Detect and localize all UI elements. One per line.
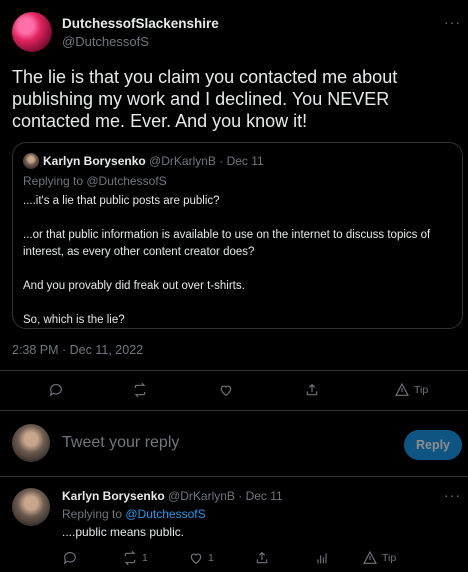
quoted-tweet[interactable]: Karlyn Borysenko @DrKarlynB · Dec 11 Rep…: [12, 142, 463, 329]
reply-action-button[interactable]: [48, 382, 64, 398]
quoted-paragraph: ....it's a lie that public posts are pub…: [23, 195, 220, 207]
divider: [0, 476, 468, 477]
quoted-paragraph: ...or that public information is availab…: [23, 229, 431, 258]
heart-icon: [190, 553, 202, 565]
reply2-share-button[interactable]: [254, 550, 270, 566]
share-icon: [256, 551, 268, 564]
share-action-button[interactable]: [304, 382, 320, 398]
tip-icon: [395, 382, 409, 396]
author-handle[interactable]: @DutchessofS: [62, 34, 149, 49]
tweet-text: The lie is that you claim you contacted …: [12, 67, 398, 131]
divider: [0, 370, 468, 371]
more-options-icon[interactable]: ···: [444, 14, 461, 30]
share-icon: [306, 383, 318, 396]
tweet-timestamp[interactable]: 2:38 PM · Dec 11, 2022: [12, 343, 143, 357]
reply-date[interactable]: · Dec 11: [238, 489, 282, 503]
reply-more-options-icon[interactable]: ···: [444, 487, 461, 503]
replying-to-prefix: Replying to: [62, 507, 126, 521]
reply2-analytics-button[interactable]: [314, 550, 330, 566]
reply-icon: [63, 552, 76, 565]
reply2-reply-button[interactable]: [62, 550, 78, 566]
reply-text: ....public means public.: [62, 525, 185, 539]
reply-icon: [49, 384, 62, 397]
reply-author-name[interactable]: Karlyn Borysenko: [62, 489, 165, 503]
reply-input[interactable]: Tweet your reply: [62, 434, 179, 452]
replying-to-handle-link[interactable]: @DutchessofS: [125, 507, 205, 521]
retweet-icon: [124, 550, 136, 566]
reply2-retweet-button[interactable]: 1: [122, 550, 148, 566]
retweet-count: 1: [142, 552, 148, 564]
quoted-replying-to: Replying to @DutchessofS: [23, 174, 167, 188]
quoted-author-avatar: [23, 153, 39, 169]
quoted-paragraph: And you provably did freak out over t-sh…: [23, 280, 245, 292]
current-user-avatar[interactable]: [12, 424, 50, 462]
tip-label: Tip: [382, 552, 397, 564]
like-count: 1: [208, 552, 214, 564]
quoted-author-name: Karlyn Borysenko: [43, 154, 146, 168]
retweet-icon: [134, 382, 146, 398]
quoted-header: Karlyn Borysenko @DrKarlynB · Dec 11: [43, 154, 264, 168]
reply2-like-button[interactable]: 1: [188, 550, 214, 566]
quoted-author-handle: @DrKarlynB: [149, 154, 216, 168]
divider: [0, 410, 468, 411]
quoted-paragraph: So, which is the lie?: [23, 314, 125, 326]
reply-replying-to: Replying to @DutchessofS: [62, 507, 206, 521]
reply-author-avatar[interactable]: [12, 488, 50, 526]
author-avatar[interactable]: [12, 12, 52, 52]
author-name[interactable]: DutchessofSlackenshire: [62, 16, 219, 31]
retweet-action-button[interactable]: [132, 382, 148, 398]
reply-author-handle[interactable]: @DrKarlynB: [168, 489, 235, 503]
reply2-tip-button[interactable]: Tip: [362, 550, 396, 566]
quoted-date: · Dec 11: [219, 154, 264, 168]
tip-label: Tip: [414, 384, 429, 396]
reply-header: Karlyn Borysenko @DrKarlynB · Dec 11: [62, 489, 283, 503]
like-action-button[interactable]: [218, 382, 234, 398]
quoted-body: ....it's a lie that public posts are pub…: [23, 193, 451, 346]
tip-icon: [363, 550, 377, 564]
analytics-icon: [317, 553, 327, 564]
heart-icon: [220, 385, 232, 397]
tip-action-button[interactable]: Tip: [394, 382, 428, 398]
reply-button[interactable]: Reply: [404, 430, 462, 460]
